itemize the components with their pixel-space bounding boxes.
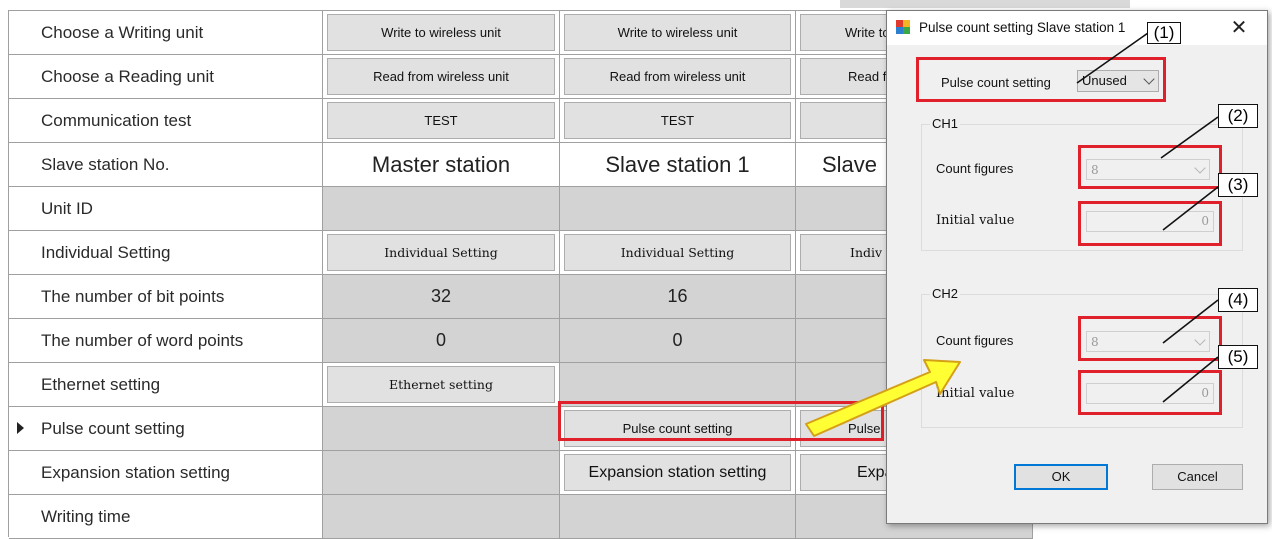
leader-line-1 <box>1076 32 1149 84</box>
callout-4: (4) <box>1218 288 1258 312</box>
leader-line-4 <box>1162 299 1219 344</box>
leader-line-3 <box>1162 186 1219 231</box>
callout-5: (5) <box>1218 345 1258 369</box>
callout-1: (1) <box>1147 22 1181 44</box>
direction-arrow-icon <box>805 359 961 437</box>
annotation-overlay <box>805 32 1219 437</box>
callout-2: (2) <box>1218 104 1258 128</box>
callout-3: (3) <box>1218 173 1258 197</box>
leader-line-2 <box>1160 116 1219 159</box>
leader-line-5 <box>1162 356 1219 403</box>
